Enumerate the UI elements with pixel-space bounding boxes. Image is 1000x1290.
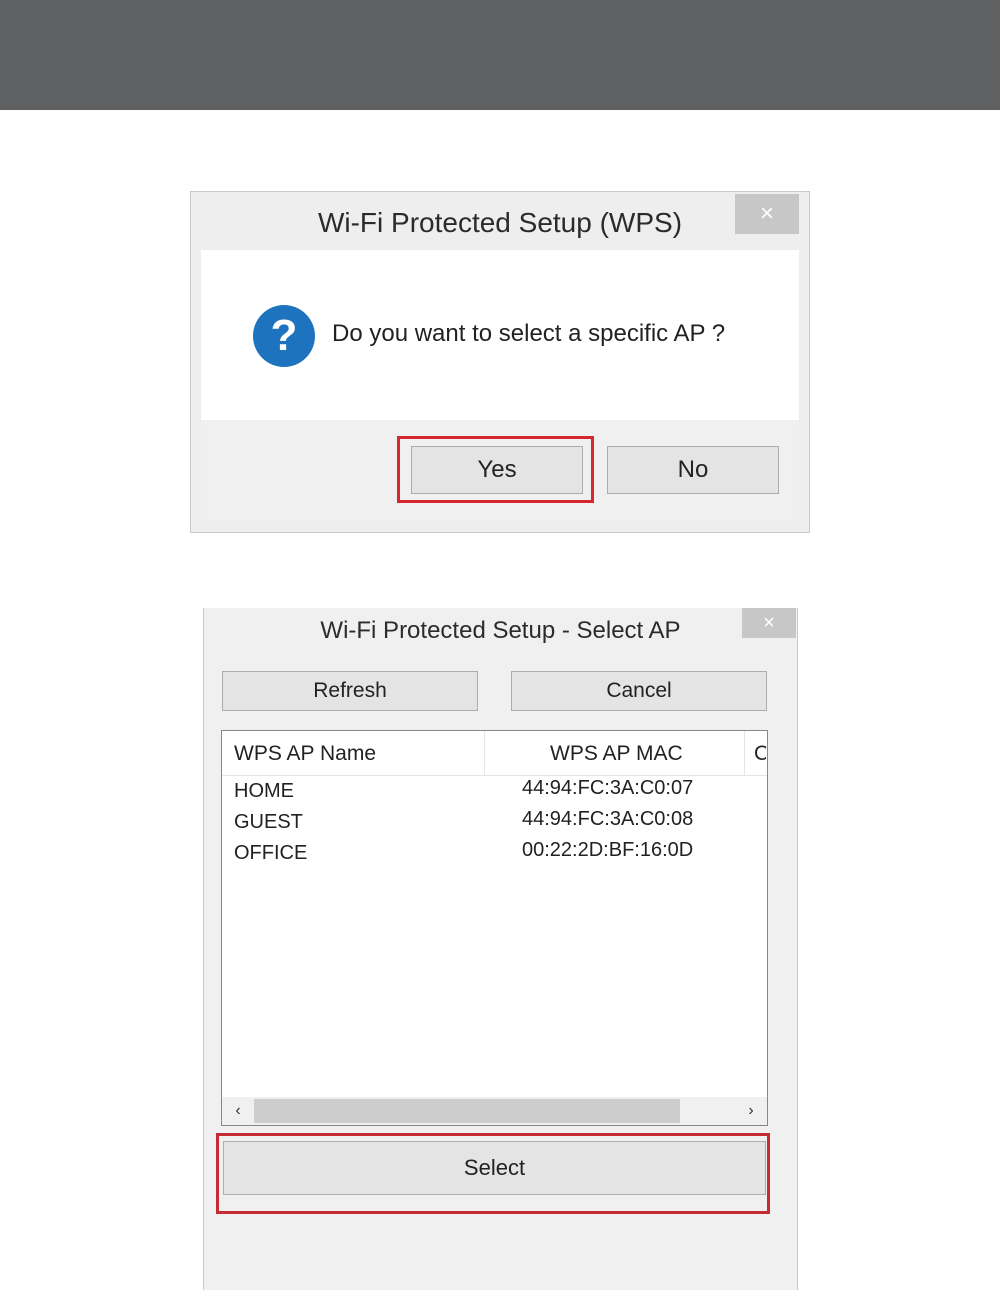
ap-list[interactable]: WPS AP Name WPS AP MAC C HOME 44:94:FC:3… <box>221 730 768 1126</box>
header-band <box>0 0 1000 110</box>
dialog-body: ? Do you want to select a specific AP ? <box>201 250 799 420</box>
ap-name: HOME <box>234 780 294 802</box>
ap-name: GUEST <box>234 811 303 833</box>
horizontal-scrollbar[interactable]: ‹ › <box>222 1097 767 1125</box>
question-icon: ? <box>253 305 315 367</box>
column-header-next[interactable]: C <box>754 731 766 775</box>
cancel-button[interactable]: Cancel <box>511 671 767 711</box>
dialog-title: Wi-Fi Protected Setup (WPS) <box>317 207 683 238</box>
select-highlight-frame <box>216 1133 770 1214</box>
column-divider[interactable] <box>744 731 745 775</box>
scroll-left-icon[interactable]: ‹ <box>224 1097 252 1125</box>
list-header: WPS AP Name WPS AP MAC C <box>222 731 767 776</box>
yes-highlight-frame <box>397 436 594 503</box>
ap-mac: 00:22:2D:BF:16:0D <box>522 839 694 861</box>
refresh-button[interactable]: Refresh <box>222 671 478 711</box>
scroll-right-icon[interactable]: › <box>737 1097 765 1125</box>
close-icon[interactable]: × <box>742 608 796 638</box>
column-header-mac[interactable]: WPS AP MAC <box>550 731 683 775</box>
scroll-thumb[interactable] <box>254 1099 680 1123</box>
ap-mac: 44:94:FC:3A:C0:07 <box>522 777 694 799</box>
list-item[interactable]: GUEST 44:94:FC:3A:C0:08 <box>222 808 767 839</box>
dialog-title: Wi-Fi Protected Setup - Select AP <box>320 617 681 644</box>
list-item[interactable]: OFFICE 00:22:2D:BF:16:0D <box>222 839 767 870</box>
ap-name: OFFICE <box>234 842 308 864</box>
column-header-name[interactable]: WPS AP Name <box>234 731 376 775</box>
ap-mac: 44:94:FC:3A:C0:08 <box>522 808 694 830</box>
column-divider[interactable] <box>484 731 485 775</box>
no-button[interactable]: No <box>607 446 779 494</box>
close-icon[interactable]: × <box>735 194 799 234</box>
dialog-message: Do you want to select a specific AP ? <box>332 320 726 347</box>
list-item[interactable]: HOME 44:94:FC:3A:C0:07 <box>222 777 767 808</box>
